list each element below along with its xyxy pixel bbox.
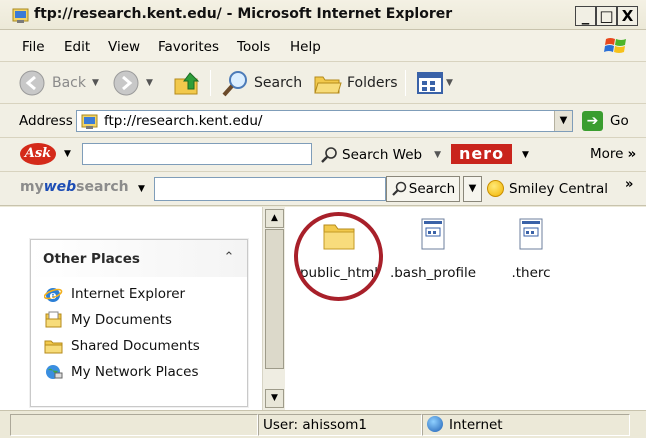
menu-file[interactable]: File: [22, 39, 45, 55]
scroll-thumb[interactable]: [265, 229, 284, 369]
views-button[interactable]: ▼: [416, 68, 453, 98]
other-places-panel: Other Places ⌃ e Internet Explorer My Do…: [30, 239, 248, 407]
search-web-button[interactable]: Search Web ▼: [320, 146, 441, 164]
task-pane: Other Places ⌃ e Internet Explorer My Do…: [0, 207, 262, 410]
file-item-bash-profile[interactable]: .bash_profile: [383, 215, 483, 281]
folder-icon: [44, 340, 63, 354]
folders-button[interactable]: Folders: [313, 68, 398, 98]
mywebsearch-menu-caret-icon[interactable]: ▼: [138, 184, 145, 194]
folders-icon: [314, 76, 342, 94]
ask-search-input[interactable]: [82, 143, 312, 165]
mywebsearch-toolbar: mywebsearch ▼ Search ▼ Smiley Central »: [0, 172, 646, 206]
magnifier-icon: [392, 181, 407, 196]
ftp-folder-icon: [81, 114, 98, 129]
more-button[interactable]: More»: [590, 146, 636, 162]
search-button[interactable]: Search: [220, 68, 302, 98]
mywebsearch-logo[interactable]: mywebsearch: [20, 179, 129, 195]
file-label: .therc: [511, 265, 551, 281]
collapse-chevron-icon[interactable]: ⌃: [219, 249, 239, 269]
back-button[interactable]: Back ▼: [18, 68, 99, 98]
status-bar: User: ahissom1 Internet: [0, 410, 646, 438]
ie-icon: e: [44, 288, 63, 302]
standard-toolbar: Back ▼ ▼ Search Folders ▼: [0, 62, 646, 104]
other-places-header[interactable]: Other Places ⌃: [31, 240, 247, 277]
maximize-button[interactable]: □: [596, 6, 617, 26]
file-list: public_html .bash_profile .therc: [285, 207, 646, 410]
file-icon: [421, 218, 445, 250]
browser-window: ftp://research.kent.edu/ - Microsoft Int…: [0, 0, 646, 438]
network-places-icon: [46, 365, 63, 379]
nero-menu-caret-icon[interactable]: ▼: [522, 150, 529, 160]
file-label: .bash_profile: [389, 265, 477, 281]
close-button[interactable]: X: [617, 6, 638, 26]
ftp-folder-icon: [12, 8, 29, 23]
back-arrow-icon: [19, 70, 45, 96]
address-input[interactable]: ftp://research.kent.edu/ ▼: [76, 110, 573, 132]
magnifier-icon: [321, 147, 337, 163]
vertical-scrollbar[interactable]: ▲ ▼: [262, 207, 285, 410]
window-title: ftp://research.kent.edu/ - Microsoft Int…: [34, 6, 453, 22]
scroll-up-button[interactable]: ▲: [265, 209, 284, 228]
menu-favorites[interactable]: Favorites: [158, 39, 219, 55]
mywebsearch-dropdown-button[interactable]: ▼: [463, 176, 482, 202]
link-shared-documents[interactable]: Shared Documents: [44, 337, 200, 355]
mywebsearch-input[interactable]: [154, 177, 386, 201]
highlight-circle: [294, 212, 383, 301]
menu-edit[interactable]: Edit: [64, 39, 90, 55]
views-icon: [417, 72, 443, 94]
up-folder-button[interactable]: [172, 68, 202, 98]
file-icon: [519, 218, 543, 250]
other-places-title: Other Places: [43, 251, 140, 267]
link-my-documents[interactable]: My Documents: [44, 311, 172, 329]
forward-arrow-icon: [113, 70, 139, 96]
nero-logo[interactable]: nero: [451, 144, 512, 164]
smiley-central-button[interactable]: Smiley Central: [487, 180, 608, 197]
address-label: Address: [19, 113, 73, 129]
go-button[interactable]: ➔ Go: [582, 111, 629, 131]
link-my-network-places[interactable]: My Network Places: [44, 363, 199, 381]
ask-logo[interactable]: Ask: [20, 143, 56, 165]
ask-toolbar: Ask ▼ Search Web ▼ nero ▼ More»: [0, 138, 646, 172]
toolbar-overflow-chevron-icon[interactable]: »: [625, 177, 633, 192]
ask-menu-caret-icon[interactable]: ▼: [64, 149, 71, 159]
up-folder-icon: [174, 72, 200, 95]
internet-zone-icon: [427, 416, 443, 432]
windows-logo-icon: [604, 38, 626, 53]
status-zone: Internet: [422, 414, 630, 436]
menu-help[interactable]: Help: [290, 39, 321, 55]
status-user: User: ahissom1: [258, 414, 422, 436]
menu-view[interactable]: View: [108, 39, 140, 55]
address-url: ftp://research.kent.edu/: [104, 113, 263, 129]
smiley-icon: [487, 180, 504, 197]
forward-button[interactable]: ▼: [112, 68, 153, 98]
menu-bar: File Edit View Favorites Tools Help: [0, 30, 646, 62]
address-dropdown-button[interactable]: ▼: [554, 111, 572, 131]
scroll-down-button[interactable]: ▼: [265, 389, 284, 408]
go-arrow-icon: ➔: [582, 111, 603, 131]
address-bar: Address ftp://research.kent.edu/ ▼ ➔ Go: [0, 104, 646, 138]
status-message: [10, 414, 258, 436]
menu-tools[interactable]: Tools: [237, 39, 270, 55]
file-item-therc[interactable]: .therc: [481, 215, 581, 281]
my-documents-icon: [45, 311, 62, 328]
link-internet-explorer[interactable]: e Internet Explorer: [44, 285, 185, 303]
magnifier-icon: [222, 71, 247, 97]
minimize-button[interactable]: _: [575, 6, 596, 26]
title-bar[interactable]: ftp://research.kent.edu/ - Microsoft Int…: [0, 0, 646, 30]
svg-text:e: e: [50, 289, 57, 302]
mywebsearch-search-button[interactable]: Search: [386, 176, 460, 202]
